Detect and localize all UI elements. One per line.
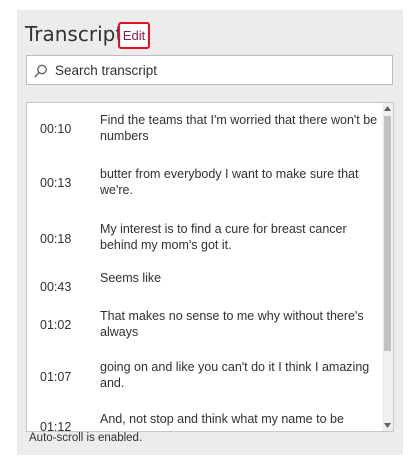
transcript-text: butter from everybody I want to make sur… [100, 167, 359, 197]
transcript-text: going on and like you can't do it I thin… [100, 360, 370, 390]
transcript-text: Seems like [100, 271, 162, 285]
scrollbar[interactable] [382, 103, 393, 431]
timestamp[interactable]: 00:18 [40, 232, 80, 246]
scroll-up-arrow-icon[interactable] [382, 103, 393, 114]
search-icon [34, 63, 48, 78]
timestamp[interactable]: 00:13 [40, 176, 80, 190]
scroll-down-arrow-icon[interactable] [382, 420, 393, 431]
panel-title: Transcript [25, 22, 124, 46]
scrollbar-thumb[interactable] [384, 116, 391, 351]
timestamp[interactable]: 01:02 [40, 318, 80, 332]
transcript-text: That makes no sense to me why without th… [100, 309, 364, 339]
timestamp[interactable]: 01:07 [40, 370, 80, 384]
timestamp[interactable]: 00:43 [40, 280, 80, 294]
transcript-text: And, not stop and think what my name to … [100, 412, 344, 426]
transcript-text: My interest is to find a cure for breast… [100, 222, 347, 252]
transcript-panel: Transcript Edit 00:10 Find the teams tha… [17, 10, 403, 455]
search-input[interactable] [55, 56, 385, 84]
transcript-list: 00:10 Find the teams that I'm worried th… [26, 102, 394, 432]
transcript-text: Find the teams that I'm worried that the… [100, 113, 378, 143]
transcript-list-content: 00:10 Find the teams that I'm worried th… [27, 103, 383, 431]
timestamp[interactable]: 00:10 [40, 122, 80, 136]
timestamp[interactable]: 01:12 [40, 420, 80, 431]
search-box[interactable] [26, 55, 393, 85]
edit-button[interactable]: Edit [118, 22, 150, 49]
auto-scroll-status: Auto-scroll is enabled. [29, 432, 143, 444]
